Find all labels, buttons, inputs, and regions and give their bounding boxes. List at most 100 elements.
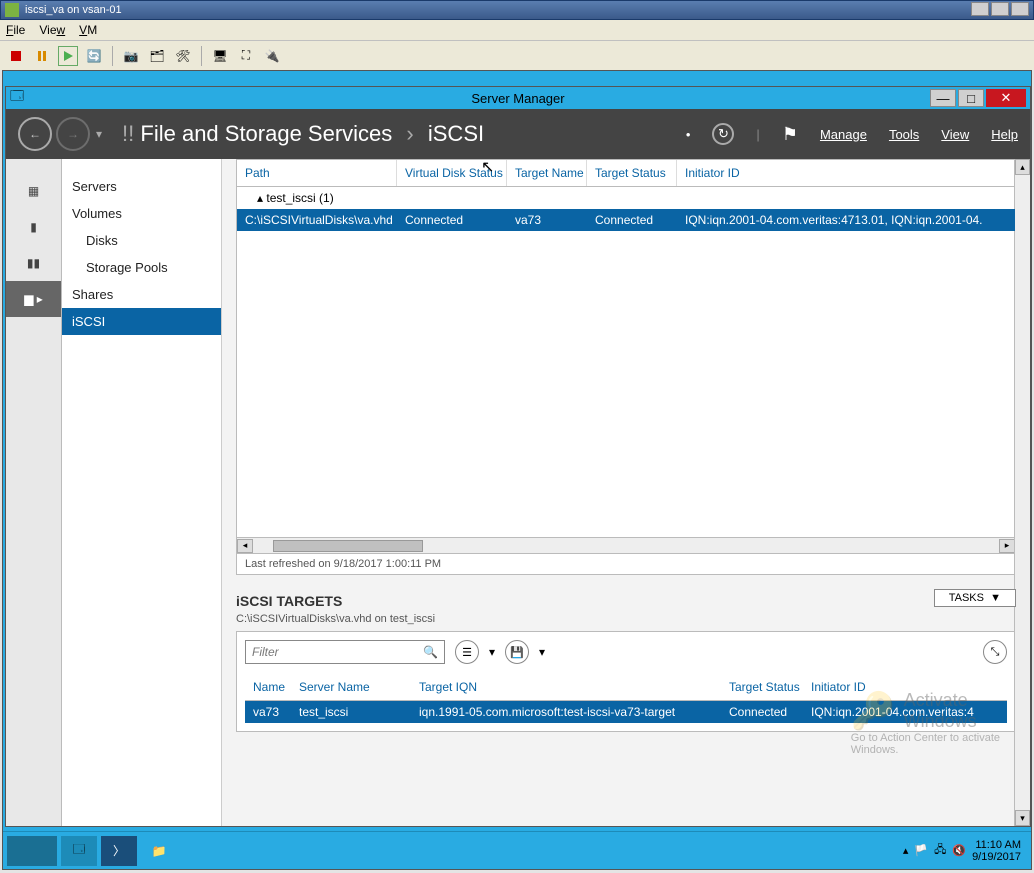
header-bullet-icon: • [686,127,691,142]
nav-back-button[interactable]: ← [18,117,52,151]
play-button[interactable] [58,46,78,66]
icon-rail: ▦ ▮ ▮▮ ▆ ▸ [6,159,62,826]
menu-manage[interactable]: Manage [820,127,867,142]
taskbar-clock[interactable]: 11:10 AM 9/19/2017 [972,839,1027,863]
sm-body: ▦ ▮ ▮▮ ▆ ▸ Servers Volumes Disks Storage… [6,159,1030,826]
col-target-status[interactable]: Target Status [587,160,677,186]
notifications-flag-icon[interactable]: ⚑ [782,124,798,145]
breadcrumb-leaf[interactable]: iSCSI [428,121,484,146]
nav-pane: Servers Volumes Disks Storage Pools Shar… [62,159,222,826]
filter-row: Filter 🔍 ☰ ▾ 💾 ▾ ⤡ [245,640,1007,664]
sm-title: Server Manager [471,91,564,106]
menu-view[interactable]: View [39,23,65,37]
pause-button[interactable] [32,46,52,66]
chevron-down-icon[interactable]: ▾ [489,645,495,659]
rail-all-servers-icon[interactable]: ▮▮ [6,245,61,281]
targets-panel: Filter 🔍 ☰ ▾ 💾 ▾ ⤡ Name Server Name Target… [236,631,1016,732]
menu-sm-view[interactable]: View [941,127,969,142]
fullscreen-button[interactable]: ⛶ [236,46,256,66]
clock-date: 9/19/2017 [972,851,1021,863]
targets-title: iSCSI TARGETS [236,589,1016,613]
nav-shares[interactable]: Shares [62,281,221,308]
cell-t-iqn: iqn.1991-05.com.microsoft:test-iscsi-va7… [411,701,721,723]
sm-app-icon: 🗔 [10,87,24,109]
filter-input[interactable]: Filter 🔍 [245,640,445,664]
settings-button[interactable]: 🛠 [173,46,193,66]
maximize-button[interactable]: □ [958,89,984,107]
menu-help[interactable]: Help [991,127,1018,142]
sm-titlebar[interactable]: 🗔 Server Manager — □ ✕ [6,87,1030,109]
group-label: test_iscsi (1) [266,191,333,205]
nav-servers[interactable]: Servers [62,173,221,200]
vdisk-headers: Path Virtual Disk Status Target Name Tar… [237,160,1015,187]
save-view-button[interactable]: 💾 [505,640,529,664]
view-options-button[interactable]: ☰ [455,640,479,664]
tasks-button[interactable]: TASKS ▼ [934,589,1016,607]
refresh-timestamp: Last refreshed on 9/18/2017 1:00:11 PM [237,553,1015,574]
menu-vm[interactable]: VM [79,23,97,37]
tray-arrow-icon[interactable]: ▴ [903,844,909,857]
restart-button[interactable]: 🔄 [84,46,104,66]
tray-sound-icon[interactable]: 🔇 [952,844,966,857]
tray-flag-icon[interactable]: 🏳️ [914,844,928,857]
menu-tools[interactable]: Tools [889,127,919,142]
col-path[interactable]: Path [237,160,397,186]
watermark-line3: Windows. [851,744,1000,756]
taskbar-explorer[interactable]: 📁 [141,836,177,866]
vmware-toolbar: 🔄 📷 🗂 🛠 🖥 ⛶ 🔌 [0,40,1034,70]
vmware-icon [5,3,19,17]
start-button[interactable] [7,836,57,866]
col-t-initiator[interactable]: Initiator ID [803,674,1007,700]
nav-forward-button[interactable]: → [56,117,90,151]
nav-iscsi[interactable]: iSCSI [62,308,221,335]
chevron-down-icon[interactable]: ▾ [539,645,545,659]
taskbar-server-manager[interactable]: 🗔 [61,836,97,866]
breadcrumb-root[interactable]: File and Storage Services [140,121,392,146]
filter-placeholder: Filter [252,645,279,659]
devices-button[interactable]: 🔌 [262,46,282,66]
menu-file[interactable]: File [6,23,25,37]
expand-button[interactable]: ⤡ [983,640,1007,664]
group-row[interactable]: ▴ test_iscsi (1) [237,187,1015,209]
rail-dashboard-icon[interactable]: ▦ [6,173,61,209]
col-t-name[interactable]: Name [245,674,291,700]
col-initiator[interactable]: Initiator ID [677,160,1015,186]
power-off-button[interactable] [6,46,26,66]
snapshot-manage-button[interactable]: 🗂 [147,46,167,66]
refresh-button[interactable]: ↻ [712,123,734,145]
server-manager-window: 🗔 Server Manager — □ ✕ ← → ▾ !! File and… [5,86,1031,827]
search-icon[interactable]: 🔍 [423,645,438,659]
watermark-line2: Go to Action Center to activate [851,732,1000,744]
cell-initiator: IQN:iqn.2001-04.com.veritas:4713.01, IQN… [677,209,1015,231]
cell-t-server: test_iscsi [291,701,411,723]
vmware-window-buttons[interactable] [969,2,1029,19]
nav-dropdown-icon[interactable]: ▾ [96,127,102,141]
col-target-name[interactable]: Target Name [507,160,587,186]
close-button[interactable]: ✕ [986,89,1026,107]
minimize-button[interactable]: — [930,89,956,107]
rail-server-icon[interactable]: ▮ [6,209,61,245]
rail-files-icon[interactable]: ▆ ▸ [6,281,61,317]
taskbar-powershell[interactable]: 〉 [101,836,137,866]
nav-disks[interactable]: Disks [62,227,221,254]
system-tray[interactable]: ▴ 🏳️ 🖧 🔇 11:10 AM 9/19/2017 [903,839,1027,863]
breadcrumb: !! File and Storage Services › iSCSI [122,121,484,147]
vdisk-panel: Path Virtual Disk Status Target Name Tar… [236,159,1016,575]
cell-vdisk-status: Connected [397,209,507,231]
col-t-server[interactable]: Server Name [291,674,411,700]
nav-storage-pools[interactable]: Storage Pools [62,254,221,281]
vdisk-row[interactable]: C:\iSCSIVirtualDisks\va.vhd Connected va… [237,209,1015,231]
nav-volumes[interactable]: Volumes [62,200,221,227]
col-t-iqn[interactable]: Target IQN [411,674,721,700]
taskbar[interactable]: 🗔 〉 📁 ▴ 🏳️ 🖧 🔇 11:10 AM 9/19/2017 [3,831,1031,869]
content-vscroll[interactable]: ▴▾ [1014,159,1030,826]
cell-t-initiator: IQN:iqn.2001-04.com.veritas:4 [803,701,1007,723]
target-row[interactable]: va73 test_iscsi iqn.1991-05.com.microsof… [245,701,1007,723]
col-vdisk-status[interactable]: Virtual Disk Status [397,160,507,186]
console-button[interactable]: 🖥 [210,46,230,66]
vdisk-hscroll[interactable]: ◂▸ [237,537,1015,553]
col-t-status[interactable]: Target Status [721,674,803,700]
tray-network-icon[interactable]: 🖧 [934,841,946,860]
snapshot-button[interactable]: 📷 [121,46,141,66]
content-area: ▴▾ Path Virtual Disk Status Target Name … [222,159,1030,826]
